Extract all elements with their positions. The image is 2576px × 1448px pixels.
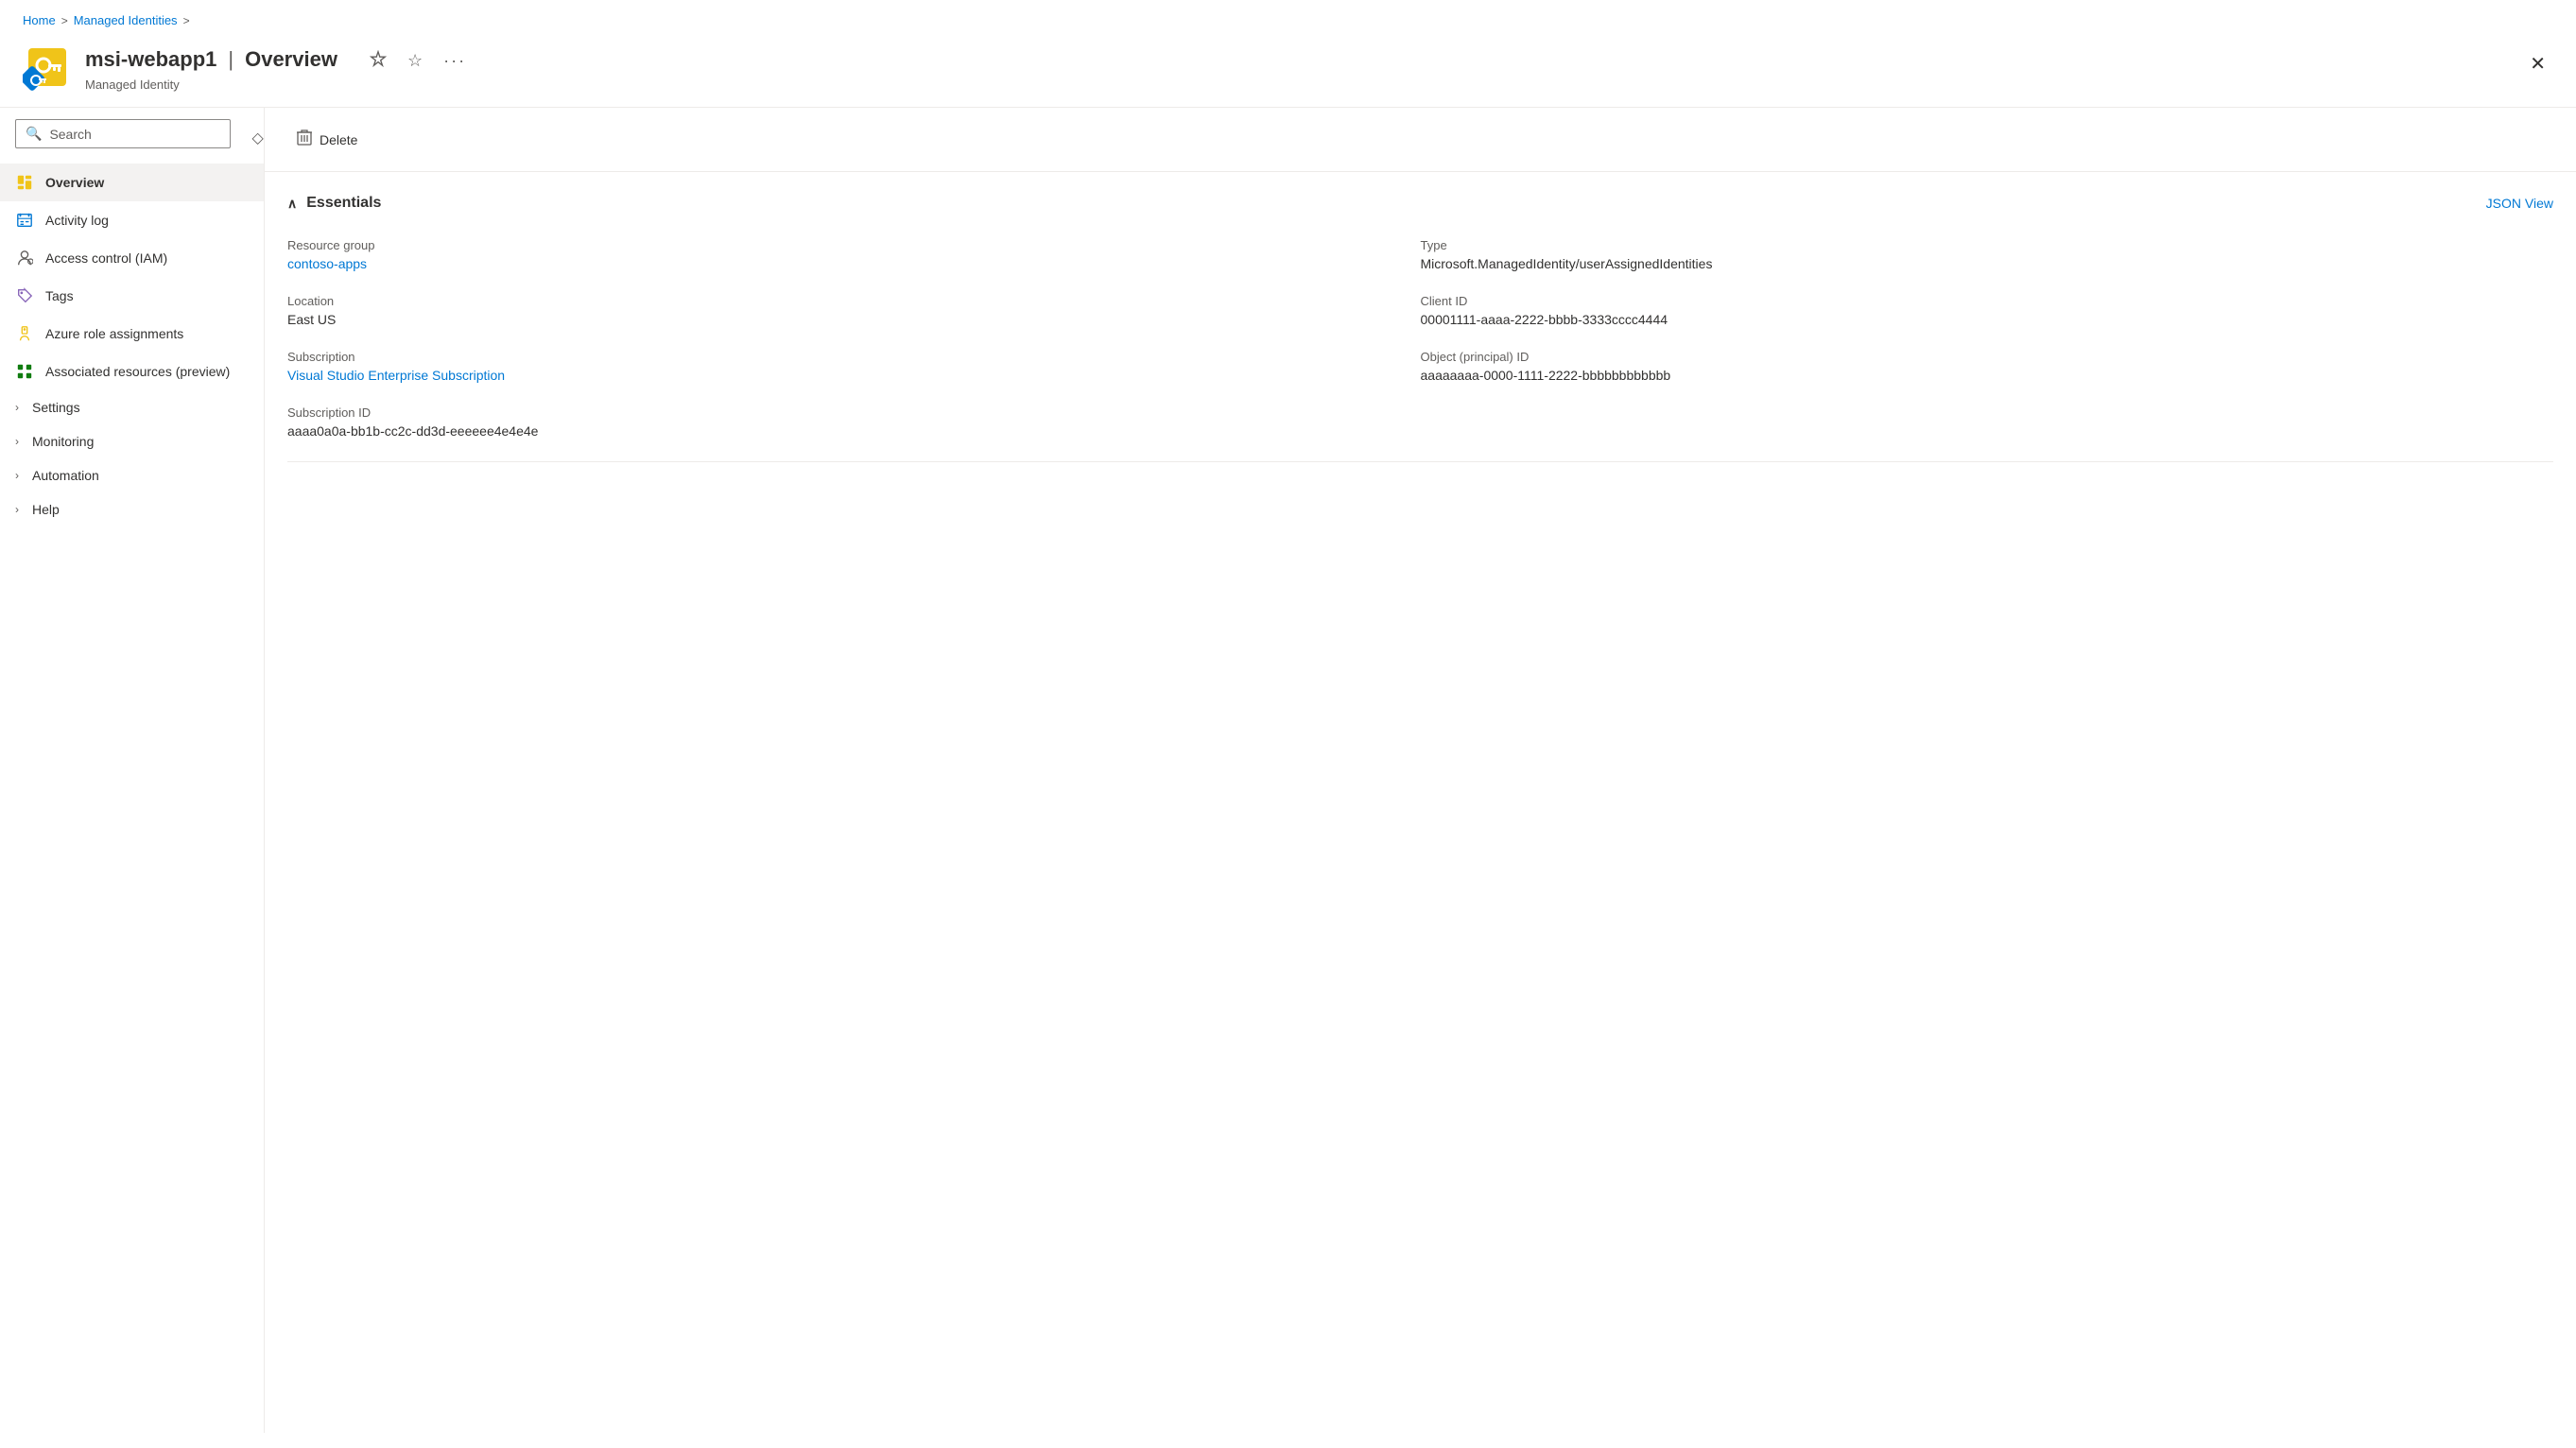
settings-chevron: › bbox=[15, 401, 19, 414]
sidebar-filter-button[interactable]: ◇ bbox=[246, 125, 265, 151]
sidebar-label-settings: Settings bbox=[32, 400, 80, 415]
label-type: Type bbox=[1421, 238, 2554, 252]
value-location: East US bbox=[287, 312, 1421, 327]
sidebar-label-monitoring: Monitoring bbox=[32, 434, 94, 449]
main-content: Delete ∧ Essentials JSON View Resource g… bbox=[265, 108, 2576, 1433]
label-client-id: Client ID bbox=[1421, 294, 2554, 308]
essentials-location: Location East US bbox=[287, 286, 1421, 342]
title-separator: | bbox=[228, 47, 233, 72]
label-resource-group: Resource group bbox=[287, 238, 1421, 252]
collapse-icon[interactable]: ∧ bbox=[287, 196, 297, 212]
breadcrumb-sep2: > bbox=[183, 14, 190, 27]
toolbar: Delete bbox=[265, 108, 2576, 172]
main-layout: 🔍 ◇ « Overview bbox=[0, 108, 2576, 1433]
essentials-client-id: Client ID 00001111-aaaa-2222-bbbb-3333cc… bbox=[1421, 286, 2554, 342]
essentials-header: ∧ Essentials JSON View bbox=[287, 195, 2553, 212]
sidebar-item-tags[interactable]: Tags bbox=[0, 277, 264, 315]
delete-icon bbox=[297, 129, 312, 150]
sidebar-item-associated-resources[interactable]: Associated resources (preview) bbox=[0, 353, 264, 390]
essentials-grid: Resource group contoso-apps Type Microso… bbox=[287, 231, 2553, 398]
sidebar-item-azure-role-assignments[interactable]: Azure role assignments bbox=[0, 315, 264, 353]
delete-label: Delete bbox=[320, 132, 357, 147]
breadcrumb: Home > Managed Identities > bbox=[0, 0, 2576, 37]
resource-subtitle: Managed Identity bbox=[85, 78, 472, 92]
header-title-area: msi-webapp1 | Overview ☆ ··· Managed Ide… bbox=[85, 43, 472, 92]
essentials-title-text: Essentials bbox=[306, 195, 381, 212]
value-resource-group: contoso-apps bbox=[287, 256, 1421, 271]
sidebar-item-overview[interactable]: Overview bbox=[0, 164, 264, 201]
header-action-buttons: ☆ ··· bbox=[364, 46, 472, 76]
breadcrumb-managed-identities[interactable]: Managed Identities bbox=[74, 13, 178, 27]
resource-group-link[interactable]: contoso-apps bbox=[287, 256, 367, 271]
label-subscription: Subscription bbox=[287, 350, 1421, 364]
diamond-icon: ◇ bbox=[251, 130, 263, 147]
pin-button[interactable] bbox=[364, 46, 392, 76]
sidebar-label-activity-log: Activity log bbox=[45, 213, 109, 228]
sidebar-label-associated-resources: Associated resources (preview) bbox=[45, 364, 230, 379]
essentials-title: ∧ Essentials bbox=[287, 195, 381, 212]
sidebar-label-automation: Automation bbox=[32, 468, 99, 483]
json-view-link[interactable]: JSON View bbox=[2486, 196, 2553, 211]
label-subscription-id: Subscription ID bbox=[287, 405, 2553, 420]
associated-resources-icon bbox=[15, 362, 34, 381]
value-type: Microsoft.ManagedIdentity/userAssignedId… bbox=[1421, 256, 2554, 271]
azure-role-icon bbox=[15, 324, 34, 343]
more-icon: ··· bbox=[443, 51, 466, 70]
sidebar-label-azure-role-assignments: Azure role assignments bbox=[45, 326, 183, 341]
monitoring-chevron: › bbox=[15, 435, 19, 448]
sidebar-item-monitoring[interactable]: › Monitoring bbox=[0, 424, 264, 458]
sidebar-item-help[interactable]: › Help bbox=[0, 492, 264, 526]
page-name: Overview bbox=[245, 47, 337, 72]
activity-log-icon bbox=[15, 211, 34, 230]
essentials-subscription-id: Subscription ID aaaa0a0a-bb1b-cc2c-dd3d-… bbox=[287, 398, 2553, 454]
label-object-id: Object (principal) ID bbox=[1421, 350, 2554, 364]
sidebar: 🔍 ◇ « Overview bbox=[0, 108, 265, 1433]
essentials-object-id: Object (principal) ID aaaaaaaa-0000-1111… bbox=[1421, 342, 2554, 398]
star-icon: ☆ bbox=[407, 51, 423, 70]
resource-icon bbox=[23, 43, 72, 92]
value-subscription: Visual Studio Enterprise Subscription bbox=[287, 368, 1421, 383]
sidebar-item-settings[interactable]: › Settings bbox=[0, 390, 264, 424]
value-object-id: aaaaaaaa-0000-1111-2222-bbbbbbbbbbbb bbox=[1421, 368, 2554, 383]
essentials-subscription: Subscription Visual Studio Enterprise Su… bbox=[287, 342, 1421, 398]
sidebar-item-activity-log[interactable]: Activity log bbox=[0, 201, 264, 239]
sidebar-label-tags: Tags bbox=[45, 288, 74, 303]
search-input[interactable] bbox=[49, 127, 220, 142]
more-button[interactable]: ··· bbox=[438, 47, 472, 75]
sidebar-controls: ◇ « bbox=[246, 125, 265, 151]
label-location: Location bbox=[287, 294, 1421, 308]
help-chevron: › bbox=[15, 503, 19, 516]
close-icon: ✕ bbox=[2530, 54, 2546, 75]
value-client-id: 00001111-aaaa-2222-bbbb-3333cccc4444 bbox=[1421, 312, 2554, 327]
delete-button[interactable]: Delete bbox=[287, 121, 367, 158]
sidebar-label-access-control: Access control (IAM) bbox=[45, 250, 167, 266]
sidebar-item-access-control[interactable]: Access control (IAM) bbox=[0, 239, 264, 277]
tags-icon bbox=[15, 286, 34, 305]
header-title: msi-webapp1 | Overview ☆ ··· bbox=[85, 43, 472, 76]
subscription-link[interactable]: Visual Studio Enterprise Subscription bbox=[287, 368, 505, 383]
search-icon: 🔍 bbox=[26, 126, 42, 142]
search-box[interactable]: 🔍 bbox=[15, 119, 231, 148]
sidebar-item-automation[interactable]: › Automation bbox=[0, 458, 264, 492]
essentials-resource-group: Resource group contoso-apps bbox=[287, 231, 1421, 286]
favorite-button[interactable]: ☆ bbox=[402, 47, 428, 75]
value-subscription-id: aaaa0a0a-bb1b-cc2c-dd3d-eeeeee4e4e4e bbox=[287, 423, 2553, 439]
essentials-type: Type Microsoft.ManagedIdentity/userAssig… bbox=[1421, 231, 2554, 286]
breadcrumb-sep1: > bbox=[61, 14, 68, 27]
overview-icon bbox=[15, 173, 34, 192]
page-header: msi-webapp1 | Overview ☆ ··· Managed Ide… bbox=[0, 37, 2576, 108]
search-row: 🔍 ◇ « bbox=[0, 119, 264, 164]
breadcrumb-home[interactable]: Home bbox=[23, 13, 56, 27]
access-control-icon bbox=[15, 249, 34, 267]
essentials-divider bbox=[287, 461, 2553, 462]
sidebar-label-help: Help bbox=[32, 502, 60, 517]
resource-name: msi-webapp1 bbox=[85, 47, 216, 72]
automation-chevron: › bbox=[15, 469, 19, 482]
essentials-section: ∧ Essentials JSON View Resource group co… bbox=[265, 172, 2576, 462]
sidebar-label-overview: Overview bbox=[45, 175, 104, 190]
close-button[interactable]: ✕ bbox=[2522, 46, 2553, 81]
